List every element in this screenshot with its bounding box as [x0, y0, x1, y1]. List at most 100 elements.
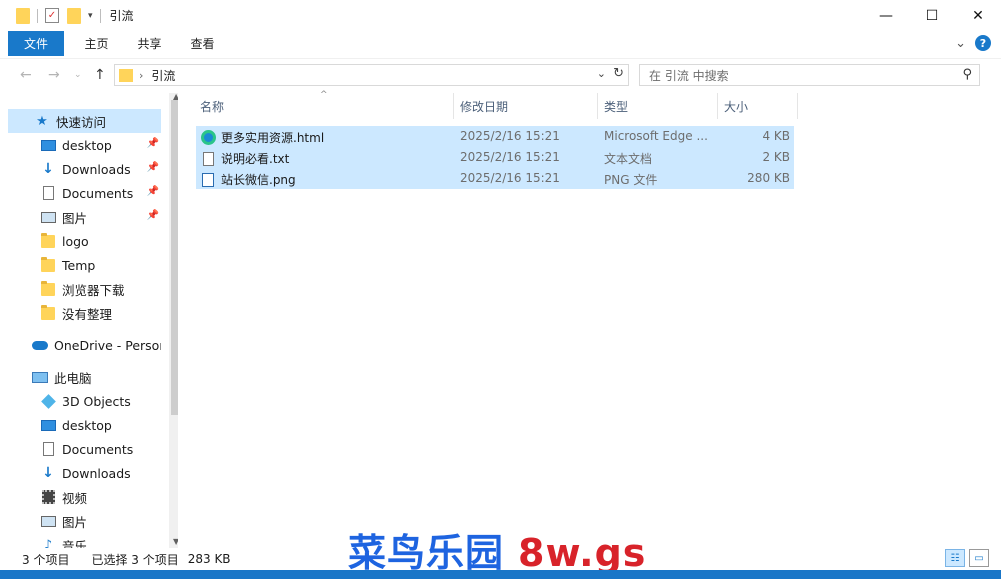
- recent-locations-icon[interactable]: ⌄: [74, 70, 82, 80]
- expand-ribbon-icon[interactable]: ⌄: [955, 36, 966, 51]
- title-bar: ✓ ▾ 引流 — ☐ ✕: [0, 0, 1001, 31]
- sidebar-item-browser-downloads[interactable]: 浏览器下载: [8, 277, 161, 301]
- file-type: PNG 文件: [604, 173, 658, 187]
- sidebar-item-label: 浏览器下载: [62, 282, 125, 298]
- breadcrumb-current[interactable]: 引流: [151, 67, 175, 84]
- window-controls: — ☐ ✕: [863, 0, 1001, 31]
- file-type: 文本文档: [604, 152, 653, 166]
- download-icon: ↓: [42, 465, 54, 481]
- scrollbar-thumb[interactable]: [171, 100, 178, 415]
- pin-icon[interactable]: 📌: [147, 186, 159, 197]
- forward-arrow-icon[interactable]: →: [48, 67, 60, 83]
- cloud-icon: [32, 337, 48, 353]
- sidebar-item-quick-access[interactable]: ★ 快速访问: [8, 109, 161, 133]
- column-header-date[interactable]: 修改日期: [454, 93, 598, 119]
- pin-icon[interactable]: 📌: [147, 138, 159, 149]
- refresh-icon[interactable]: ↻: [613, 66, 624, 81]
- table-row[interactable]: 站长微信.png 2025/2/16 15:21 PNG 文件 280 KB: [196, 168, 794, 189]
- sidebar-item-desktop-pc[interactable]: desktop: [8, 413, 161, 437]
- image-file-icon: [200, 172, 216, 188]
- sidebar-item-label: logo: [62, 233, 89, 249]
- sidebar-item-desktop[interactable]: desktop 📌: [8, 133, 161, 157]
- folder-icon: [40, 256, 56, 273]
- minimize-button[interactable]: —: [863, 0, 909, 31]
- back-arrow-icon[interactable]: ←: [20, 67, 32, 83]
- sidebar-item-onedrive[interactable]: OneDrive - Person: [8, 333, 161, 357]
- properties-icon[interactable]: ✓: [45, 8, 59, 23]
- large-icons-view-icon[interactable]: ▭: [969, 549, 989, 567]
- file-name-cell: 说明必看.txt: [200, 150, 289, 167]
- close-button[interactable]: ✕: [955, 0, 1001, 31]
- document-icon: [40, 185, 56, 201]
- table-row[interactable]: 说明必看.txt 2025/2/16 15:21 文本文档 2 KB: [196, 147, 794, 168]
- folder-icon: [40, 232, 56, 249]
- computer-icon: [32, 369, 48, 385]
- tab-home[interactable]: 主页: [70, 35, 123, 52]
- sidebar-item-documents-pc[interactable]: Documents: [8, 437, 161, 461]
- sidebar-item-label: 视频: [62, 490, 88, 506]
- pin-icon[interactable]: 📌: [147, 210, 159, 221]
- column-header-size[interactable]: 大小: [718, 93, 798, 119]
- file-name: 更多实用资源.html: [221, 131, 325, 145]
- column-header-type[interactable]: 类型: [598, 93, 718, 119]
- pictures-icon: [40, 209, 56, 225]
- sidebar-item-temp[interactable]: Temp: [8, 253, 161, 277]
- column-header-name[interactable]: 名称: [194, 93, 454, 119]
- watermark-domain: 8w.gs: [518, 531, 647, 575]
- selected-count: 已选择 3 个项目: [91, 552, 179, 567]
- maximize-button[interactable]: ☐: [909, 0, 955, 31]
- search-input[interactable]: 在 引流 中搜索 ⚲: [639, 64, 980, 86]
- address-bar[interactable]: › 引流 ⌄ ↻: [114, 64, 629, 86]
- sidebar-item-logo[interactable]: logo: [8, 229, 161, 253]
- sidebar-item-pictures-pc[interactable]: 图片: [8, 509, 161, 533]
- search-icon[interactable]: ⚲: [962, 67, 972, 82]
- sidebar-item-videos[interactable]: 视频: [8, 485, 161, 509]
- table-row[interactable]: 更多实用资源.html 2025/2/16 15:21 Microsoft Ed…: [196, 126, 794, 147]
- details-view-icon[interactable]: ☷: [945, 549, 965, 567]
- sidebar-item-3d-objects[interactable]: 3D Objects: [8, 389, 161, 413]
- folder-icon: [40, 280, 56, 297]
- sidebar-item-unsorted[interactable]: 没有整理: [8, 301, 161, 325]
- tab-share[interactable]: 共享: [123, 35, 176, 52]
- address-row: ← → ⌄ ↑ › 引流 ⌄ ↻ 在 引流 中搜索 ⚲: [0, 58, 1001, 92]
- sidebar-item-documents[interactable]: Documents 📌: [8, 181, 161, 205]
- sidebar-item-downloads[interactable]: ↓ Downloads 📌: [8, 157, 161, 181]
- sidebar-item-label: OneDrive - Person: [54, 337, 161, 353]
- file-size: 4 KB: [762, 129, 790, 143]
- sidebar-item-music[interactable]: ♪ 音乐: [8, 533, 161, 549]
- sidebar-item-label: Temp: [62, 257, 96, 273]
- document-icon: [40, 441, 56, 457]
- tab-file[interactable]: 文件: [8, 31, 64, 56]
- file-size: 280 KB: [747, 171, 790, 185]
- file-name-cell: 更多实用资源.html: [200, 129, 324, 146]
- up-arrow-icon[interactable]: ↑: [94, 67, 106, 83]
- video-icon: [40, 489, 56, 505]
- sidebar-item-label: Downloads: [62, 465, 131, 481]
- pin-icon[interactable]: 📌: [147, 162, 159, 173]
- scroll-down-icon[interactable]: ▼: [173, 537, 178, 546]
- sidebar-item-label: 没有整理: [62, 306, 113, 322]
- text-file-icon: [200, 151, 216, 167]
- star-icon: ★: [36, 113, 48, 129]
- edge-icon: [200, 130, 216, 146]
- breadcrumb-chevron-icon[interactable]: ›: [139, 69, 143, 82]
- column-label: 修改日期: [460, 99, 509, 114]
- sidebar-item-downloads-pc[interactable]: ↓ Downloads: [8, 461, 161, 485]
- nav-scrollbar[interactable]: ▲ ▼: [169, 93, 178, 548]
- taskbar-strip: [0, 570, 1001, 579]
- music-icon: ♪: [43, 537, 53, 549]
- file-type: Microsoft Edge ...: [604, 129, 708, 143]
- sidebar-item-label: 3D Objects: [62, 393, 131, 409]
- tab-view[interactable]: 查看: [176, 35, 229, 52]
- address-dropdown-icon[interactable]: ⌄: [597, 67, 606, 80]
- file-list[interactable]: ^ 名称 修改日期 类型 大小 更多实用资源.html 2025/2/16 15…: [180, 90, 990, 543]
- sidebar-item-pictures[interactable]: 图片 📌: [8, 205, 161, 229]
- new-folder-icon[interactable]: [67, 7, 81, 24]
- customize-toolbar-icon[interactable]: ▾: [88, 11, 93, 21]
- navigation-pane[interactable]: ★ 快速访问 desktop 📌 ↓ Downloads 📌 Documents…: [8, 93, 178, 548]
- sidebar-item-label: 图片: [62, 210, 88, 226]
- folder-icon: [40, 304, 56, 321]
- sidebar-item-this-pc[interactable]: 此电脑: [8, 365, 161, 389]
- watermark: 菜鸟乐园 8w.gs: [348, 522, 646, 577]
- help-icon[interactable]: ?: [975, 35, 991, 51]
